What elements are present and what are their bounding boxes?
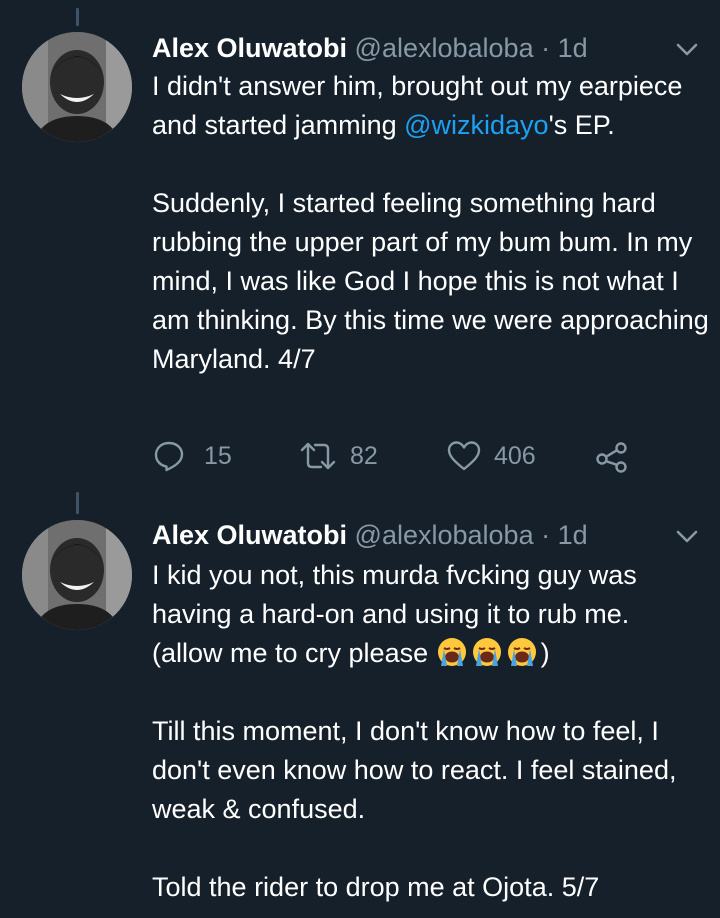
thread-connector-line bbox=[76, 8, 79, 26]
author-handle[interactable]: @alexlobaloba bbox=[355, 33, 534, 63]
mention-link[interactable]: @wizkidayo bbox=[404, 110, 548, 140]
like-icon bbox=[447, 441, 481, 471]
author-name[interactable]: Alex Oluwatobi bbox=[152, 520, 347, 550]
meta-separator: · bbox=[541, 520, 551, 550]
tweet-header: Alex Oluwatobi @alexlobaloba · 1d bbox=[152, 517, 588, 553]
reply-button[interactable]: 15 bbox=[152, 436, 232, 476]
timestamp[interactable]: 1d bbox=[558, 520, 588, 550]
text-span: 's EP. bbox=[548, 110, 615, 140]
timestamp[interactable]: 1d bbox=[558, 33, 588, 63]
tweet-header: Alex Oluwatobi @alexlobaloba · 1d bbox=[152, 30, 588, 66]
retweet-icon bbox=[300, 442, 336, 470]
loudly-crying-face-emoji-icon bbox=[507, 638, 536, 666]
chevron-down-icon[interactable] bbox=[676, 43, 698, 57]
like-count: 406 bbox=[494, 441, 536, 470]
tweet-paragraph: Suddenly, I started feeling something ha… bbox=[152, 188, 709, 374]
chevron-down-icon[interactable] bbox=[676, 530, 698, 544]
loudly-crying-face-emoji-icon bbox=[437, 638, 466, 666]
avatar-photo bbox=[22, 520, 132, 630]
avatar[interactable] bbox=[22, 32, 132, 142]
author-handle[interactable]: @alexlobaloba bbox=[355, 520, 534, 550]
tweet-paragraph: I didn't answer him, brought out my earp… bbox=[152, 67, 712, 145]
tweet-paragraph: Told the rider to drop me at Ojota. 5/7 bbox=[152, 872, 600, 902]
retweet-button[interactable]: 82 bbox=[298, 436, 378, 476]
avatar-photo bbox=[22, 32, 132, 142]
author-name[interactable]: Alex Oluwatobi bbox=[152, 33, 347, 63]
share-icon bbox=[596, 442, 627, 473]
tweet-paragraph: I kid you not, this murda fvcking guy wa… bbox=[152, 556, 712, 673]
text-span: (allow me to cry please bbox=[152, 638, 436, 668]
reply-count: 15 bbox=[204, 441, 232, 470]
text-span: ) bbox=[540, 638, 550, 668]
avatar[interactable] bbox=[22, 520, 132, 630]
loudly-crying-face-emoji-icon bbox=[472, 638, 501, 666]
share-button[interactable] bbox=[594, 436, 630, 476]
tweet-actions: 15 82 406 bbox=[152, 436, 652, 476]
text-span: I kid you not, this murda fvcking guy wa… bbox=[152, 560, 637, 629]
tweet-text: I kid you not, this murda fvcking guy wa… bbox=[152, 556, 712, 907]
meta-separator: · bbox=[541, 33, 551, 63]
thread-connector-line bbox=[76, 492, 79, 514]
like-button[interactable]: 406 bbox=[446, 436, 536, 476]
tweet-text: I didn't answer him, brought out my earp… bbox=[152, 67, 712, 379]
retweet-count: 82 bbox=[350, 441, 378, 470]
tweet-paragraph: Till this moment, I don't know how to fe… bbox=[152, 716, 677, 824]
reply-icon bbox=[154, 441, 184, 472]
